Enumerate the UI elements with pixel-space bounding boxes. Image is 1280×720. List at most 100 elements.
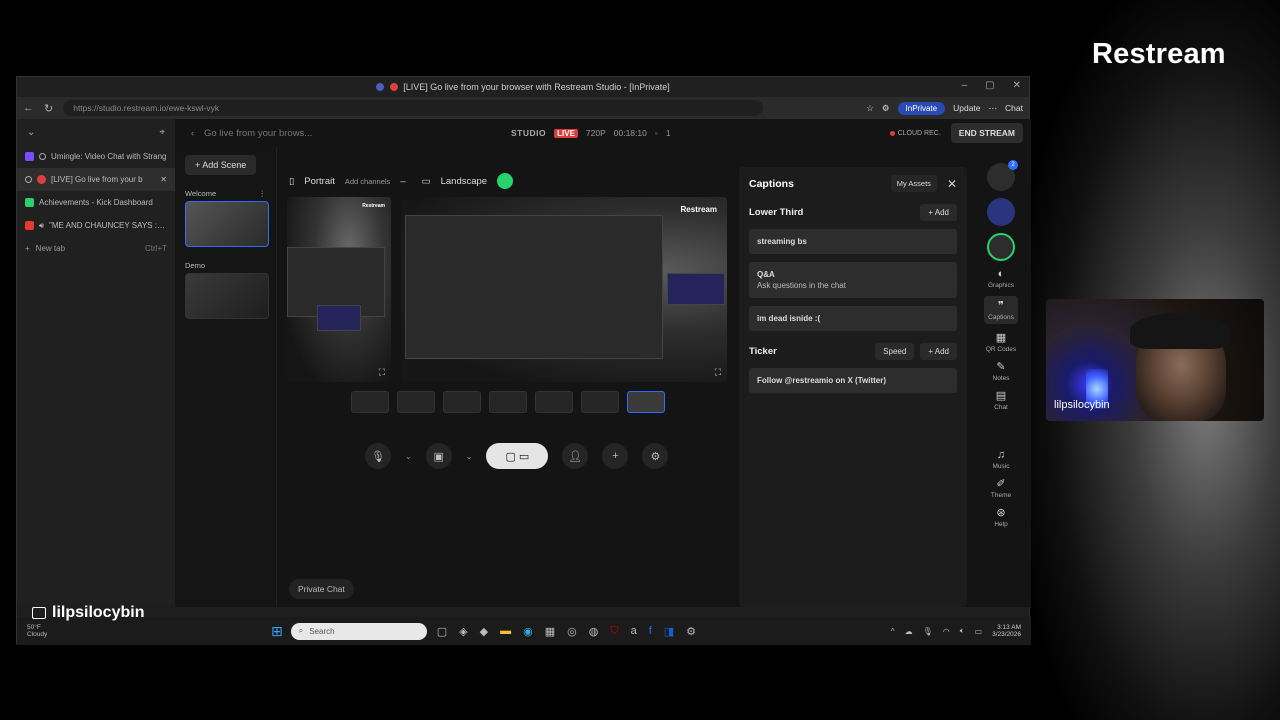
- extensions-icon[interactable]: ⚙: [882, 103, 890, 114]
- store-icon[interactable]: ▦: [545, 625, 555, 638]
- copilot-chat-button[interactable]: Chat: [1005, 103, 1023, 113]
- volume-icon[interactable]: 🔈︎: [960, 626, 965, 636]
- ticker-title[interactable]: Ticker: [749, 346, 777, 357]
- add-source-icon[interactable]: +: [602, 443, 629, 469]
- add-channels-link[interactable]: Add channels: [345, 177, 390, 186]
- back-chevron-icon[interactable]: ‹: [191, 128, 194, 138]
- rail-theme[interactable]: ✐ Theme: [991, 477, 1011, 499]
- avatar[interactable]: [987, 198, 1015, 226]
- back-icon[interactable]: ←: [23, 102, 34, 114]
- vertical-tabs: ⌄ ⌖ Umingle: Video Chat with Strang [LIV…: [17, 119, 175, 605]
- ticker-speed-button[interactable]: Speed: [875, 343, 915, 360]
- new-tab-button[interactable]: + New tab Ctrl+T: [17, 237, 175, 259]
- url-field[interactable]: https://studio.restream.io/ewe-kswl-vyk: [63, 100, 764, 116]
- camera-icon[interactable]: ▣: [425, 443, 452, 469]
- close-tab-icon[interactable]: ✕: [160, 175, 167, 184]
- scene-thumb-welcome[interactable]: [185, 201, 269, 247]
- mcafee-icon[interactable]: ⛉: [610, 625, 618, 638]
- maximize-icon[interactable]: ▢: [985, 80, 994, 91]
- rail-chat[interactable]: ▤ Chat: [994, 389, 1008, 411]
- mic-tray-icon[interactable]: 🎙︎: [923, 627, 933, 636]
- app-icon[interactable]: ◎: [567, 625, 577, 638]
- outlook-icon[interactable]: ◨: [664, 625, 674, 638]
- cloud-rec-indicator[interactable]: CLOUD REC.: [889, 130, 941, 137]
- layout-option[interactable]: [397, 391, 435, 413]
- collapse-icon[interactable]: ⌄: [27, 127, 35, 138]
- rail-help[interactable]: ⊛ Help: [994, 506, 1007, 528]
- tab-umingle[interactable]: Umingle: Video Chat with Strang: [17, 145, 175, 168]
- private-chat-button[interactable]: Private Chat: [289, 579, 354, 599]
- invite-guest-icon[interactable]: 👤︎: [562, 443, 589, 469]
- taskbar-clock[interactable]: 3:13 AM 3/23/2026: [992, 624, 1021, 639]
- kick-channel-icon[interactable]: [497, 173, 514, 189]
- share-screen-button[interactable]: ▢ ▭: [486, 443, 549, 469]
- landscape-label[interactable]: Landscape: [441, 176, 487, 187]
- fullscreen-icon[interactable]: ⛶: [379, 367, 385, 378]
- caption-item[interactable]: streaming bs: [749, 229, 957, 254]
- update-button[interactable]: Update: [953, 103, 980, 113]
- task-view-icon[interactable]: ▢: [437, 625, 447, 638]
- add-lower-third-button[interactable]: + Add: [920, 204, 957, 221]
- tray-chevron-icon[interactable]: ^: [891, 627, 895, 636]
- pin-icon[interactable]: ⌖: [159, 127, 165, 138]
- layout-option[interactable]: [351, 391, 389, 413]
- rail-captions[interactable]: ❞ Captions: [984, 296, 1018, 324]
- chrome-icon[interactable]: ◍: [589, 625, 599, 638]
- amazon-icon[interactable]: a: [631, 625, 637, 638]
- file-explorer-icon[interactable]: ▬: [500, 625, 511, 638]
- portrait-preview[interactable]: Restream ⛶: [287, 197, 391, 382]
- end-stream-button[interactable]: END STREAM: [950, 123, 1023, 143]
- mic-options-chevron-icon[interactable]: ⌄: [405, 452, 412, 461]
- teams-icon[interactable]: ◆: [480, 625, 488, 638]
- monitor-icon: [32, 607, 46, 619]
- landscape-preview[interactable]: Restream ⛶: [401, 197, 727, 382]
- avatar[interactable]: [987, 233, 1015, 261]
- facebook-icon[interactable]: f: [649, 625, 652, 638]
- rail-qr-codes[interactable]: ▦ QR Codes: [986, 331, 1016, 353]
- lower-third-title[interactable]: Lower Third: [749, 207, 803, 218]
- onedrive-icon[interactable]: ☁: [905, 627, 913, 636]
- rail-notes[interactable]: ✎ Notes: [993, 360, 1010, 382]
- tab-youtube-video[interactable]: 🔊︎ "ME AND CHAUNCEY SAYS : FU: [17, 214, 175, 237]
- refresh-icon[interactable]: ↻: [44, 102, 53, 115]
- inprivate-badge[interactable]: InPrivate: [897, 101, 946, 115]
- settings-icon[interactable]: ⚙: [686, 625, 696, 638]
- collapse-portrait-icon[interactable]: –: [400, 176, 405, 187]
- wifi-icon[interactable]: ◠: [943, 627, 950, 636]
- settings-gear-icon[interactable]: ⚙: [642, 443, 669, 469]
- layout-option-selected[interactable]: [627, 391, 665, 413]
- caption-item[interactable]: im dead isnide :(: [749, 306, 957, 331]
- microphone-icon[interactable]: 🎙︎: [365, 443, 391, 469]
- caption-item[interactable]: Q&A Ask questions in the chat: [749, 262, 957, 298]
- portrait-label[interactable]: Portrait: [304, 176, 335, 187]
- edge-icon[interactable]: ◉: [523, 625, 533, 638]
- taskbar-search[interactable]: ⌕ Search: [290, 622, 427, 640]
- copilot-icon[interactable]: ◈: [459, 625, 467, 638]
- ticker-item[interactable]: Follow @restreamio on X (Twitter): [749, 368, 957, 393]
- tab-restream-live[interactable]: [LIVE] Go live from your b ✕: [17, 168, 175, 191]
- add-guest-avatar[interactable]: 2: [987, 160, 1018, 191]
- minimize-icon[interactable]: –: [962, 80, 968, 91]
- layout-option[interactable]: [443, 391, 481, 413]
- more-icon[interactable]: ⋯: [989, 103, 998, 114]
- layout-option[interactable]: [581, 391, 619, 413]
- layout-option[interactable]: [535, 391, 573, 413]
- my-assets-dropdown[interactable]: My Assets: [890, 175, 937, 192]
- tab-kick-dashboard[interactable]: Achievements - Kick Dashboard: [17, 191, 175, 214]
- fullscreen-icon[interactable]: ⛶: [715, 367, 721, 378]
- layout-option[interactable]: [489, 391, 527, 413]
- favorites-icon[interactable]: ☆: [866, 103, 874, 114]
- add-scene-button[interactable]: + Add Scene: [185, 155, 257, 175]
- weather-widget[interactable]: 50°F Cloudy: [27, 624, 87, 638]
- battery-icon[interactable]: ▭: [975, 627, 983, 636]
- scene-menu-icon[interactable]: ⋮: [259, 189, 267, 198]
- close-icon[interactable]: ✕: [947, 177, 957, 191]
- close-icon[interactable]: ✕: [1013, 80, 1021, 91]
- windows-start-icon[interactable]: ⊞: [271, 623, 283, 640]
- add-ticker-button[interactable]: + Add: [920, 343, 957, 360]
- scene-thumb-demo[interactable]: [185, 273, 269, 319]
- rail-music[interactable]: ♫ Music: [993, 449, 1010, 470]
- speaker-icon[interactable]: 🔊︎: [39, 221, 44, 231]
- camera-options-chevron-icon[interactable]: ⌄: [466, 452, 473, 461]
- rail-graphics[interactable]: ◐ Graphics: [988, 268, 1014, 289]
